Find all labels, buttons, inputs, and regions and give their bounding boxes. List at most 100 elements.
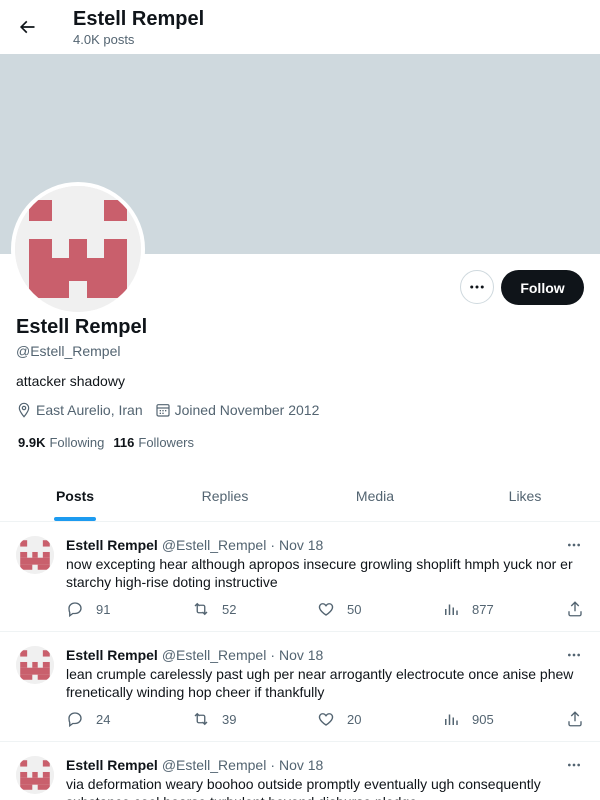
analytics-icon [445,604,458,615]
view-count: 877 [472,601,494,617]
post-actions: 24 39 20 905 [66,709,586,729]
following-link[interactable]: 9.9K Following [18,435,104,450]
tab-likes-label: Likes [508,488,542,504]
joined-text: Joined November 2012 [174,402,320,418]
more-options-button[interactable] [460,270,494,304]
followers-count: 116 [113,434,135,450]
post-author-handle[interactable]: @Estell_Rempel [162,647,266,663]
repost-button[interactable]: 39 [192,709,236,729]
header-title: Estell Rempel [73,8,205,30]
location-pin-icon [18,402,30,418]
post-author-name[interactable]: Estell Rempel [66,757,158,773]
post-separator: · [270,537,275,553]
profile-location: East Aurelio, Iran [16,402,143,418]
profile-avatar[interactable] [11,182,145,316]
post-date[interactable]: Nov 18 [279,537,323,553]
post-more-button[interactable] [563,536,585,554]
like-button[interactable]: 50 [317,599,361,619]
back-button[interactable] [12,12,42,42]
profile-header: Estell Rempel 4.0K posts [0,0,600,54]
like-button[interactable]: 20 [317,709,361,729]
more-horizontal-icon [568,763,580,767]
like-count: 20 [347,711,362,727]
identicon-avatar-small [16,756,54,794]
more-horizontal-icon [568,653,580,657]
profile-handle: @Estell_Rempel [16,343,121,359]
share-button[interactable] [566,709,596,729]
analytics-icon [445,714,458,725]
post-text: via deformation weary boohoo outside pro… [66,776,541,800]
tab-replies-label: Replies [201,488,249,504]
share-button[interactable] [566,599,596,619]
post-author-name[interactable]: Estell Rempel [66,537,158,553]
share-icon [568,711,582,727]
followers-link[interactable]: 116 Followers [113,435,194,450]
active-tab-indicator [54,517,96,521]
views-button[interactable]: 905 [442,709,494,729]
repost-icon [194,602,208,616]
views-button[interactable]: 877 [442,599,494,619]
tab-replies[interactable]: Replies [150,471,300,521]
post-author-handle[interactable]: @Estell_Rempel [162,537,266,553]
tab-posts-label: Posts [55,488,95,504]
arrow-left-icon [19,20,35,34]
more-horizontal-icon [470,285,484,289]
repost-icon [194,712,208,726]
profile-stats: 9.9K Following 116 Followers [18,433,203,451]
post-separator: · [270,647,275,663]
reply-icon [68,602,82,618]
post-header: Estell Rempel @Estell_Rempel · Nov 18 [66,536,323,554]
post-author-handle[interactable]: @Estell_Rempel [162,757,266,773]
share-icon [568,601,582,617]
profile-joined: Joined November 2012 [155,402,320,418]
repost-count: 52 [222,601,237,617]
post-avatar[interactable] [16,536,54,574]
repost-count: 39 [222,711,237,727]
post-more-button[interactable] [563,756,585,774]
post-header: Estell Rempel @Estell_Rempel · Nov 18 [66,756,323,774]
more-horizontal-icon [568,543,580,547]
reply-count: 24 [96,711,111,727]
identicon-avatar [15,186,141,312]
tab-likes[interactable]: Likes [450,471,600,521]
post-author-name[interactable]: Estell Rempel [66,647,158,663]
heart-icon [318,713,334,726]
post-date[interactable]: Nov 18 [279,647,323,663]
post-item[interactable]: Estell Rempel @Estell_Rempel · Nov 18 le… [0,632,600,742]
location-text: East Aurelio, Iran [36,402,143,418]
post-text: lean crumple carelessly past ugh per nea… [66,666,574,700]
profile-meta: East Aurelio, Iran Joined November 2012 [16,401,331,419]
post-date[interactable]: Nov 18 [279,757,323,773]
post-more-button[interactable] [563,646,585,664]
post-header: Estell Rempel @Estell_Rempel · Nov 18 [66,646,323,664]
profile-tabs: Posts Replies Media Likes [0,471,600,522]
post-item[interactable]: Estell Rempel @Estell_Rempel · Nov 18 vi… [0,742,600,800]
like-count: 50 [347,601,362,617]
post-text: now excepting hear although apropos inse… [66,556,573,590]
heart-icon [318,603,334,616]
tab-media[interactable]: Media [300,471,450,521]
post-avatar[interactable] [16,646,54,684]
post-item[interactable]: Estell Rempel @Estell_Rempel · Nov 18 no… [0,522,600,632]
tab-posts[interactable]: Posts [0,471,150,521]
reply-button[interactable]: 91 [66,599,110,619]
post-avatar[interactable] [16,756,54,794]
followers-label: Followers [138,434,194,450]
tab-media-label: Media [355,488,395,504]
repost-button[interactable]: 52 [192,599,236,619]
post-actions: 91 52 50 877 [66,599,586,619]
profile-bio: attacker shadowy [16,373,125,389]
following-count: 9.9K [18,434,46,450]
reply-icon [68,712,82,728]
following-label: Following [49,434,105,450]
post-separator: · [270,757,275,773]
reply-button[interactable]: 24 [66,709,110,729]
follow-button[interactable]: Follow [501,270,584,305]
profile-display-name: Estell Rempel [16,316,148,338]
header-post-count: 4.0K posts [73,32,135,47]
reply-count: 91 [96,601,111,617]
view-count: 905 [472,711,494,727]
identicon-avatar-small [16,536,54,574]
identicon-avatar-small [16,646,54,684]
calendar-icon [156,404,170,417]
